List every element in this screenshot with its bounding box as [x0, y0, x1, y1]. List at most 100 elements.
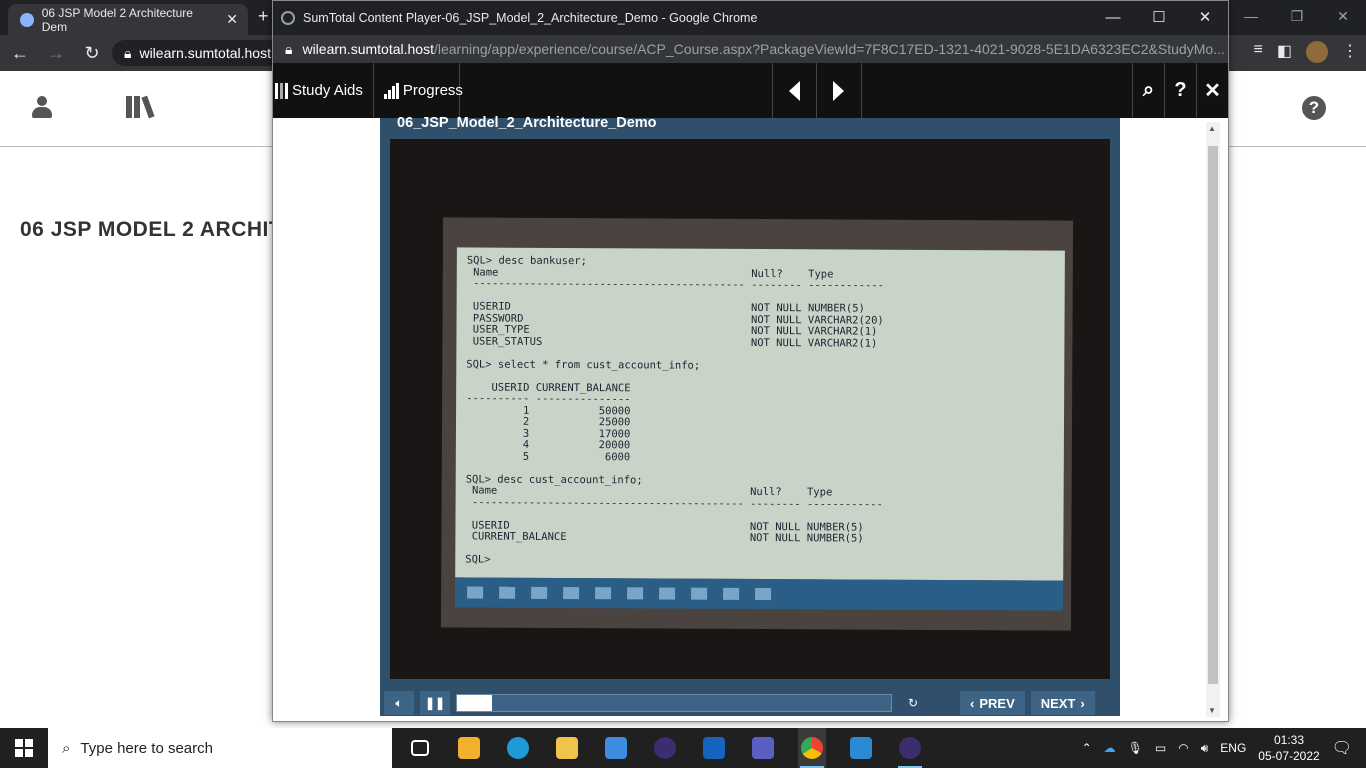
- scrollbar-thumb[interactable]: [1208, 146, 1218, 684]
- popup-url-path: /learning/app/experience/course/ACP_Cour…: [433, 41, 1225, 57]
- background-window-controls: — ❐ ✕: [1228, 0, 1366, 35]
- back-arrow-icon[interactable]: ←: [4, 43, 36, 64]
- video-progress-bar[interactable]: [456, 694, 892, 712]
- clock-date: 05-07-2022: [1258, 749, 1320, 763]
- popup-close-button[interactable]: ✕: [1182, 1, 1228, 35]
- popup-minimize-button[interactable]: —: [1090, 1, 1136, 35]
- popup-maximize-button[interactable]: ☐: [1136, 1, 1182, 35]
- outlook-icon[interactable]: [700, 728, 728, 768]
- study-aids-label: Study Aids: [292, 82, 363, 99]
- replay-icon[interactable]: ↻: [898, 691, 928, 715]
- wifi-icon[interactable]: ◠: [1178, 741, 1188, 755]
- browser-actions: ≡ ◧ ⋮: [1254, 41, 1358, 63]
- projected-monitor: SQL> desc bankuser; Name Null? Type ----…: [440, 217, 1074, 631]
- content-player-window: SumTotal Content Player-06_JSP_Model_2_A…: [272, 0, 1229, 722]
- menu-icon[interactable]: ⋮: [1342, 41, 1358, 63]
- user-icon[interactable]: [32, 96, 52, 120]
- prev-label: PREV: [979, 695, 1015, 711]
- edge-icon[interactable]: [504, 728, 532, 768]
- close-window-button[interactable]: ✕: [1320, 0, 1366, 35]
- next-page-button[interactable]: [817, 63, 862, 118]
- library-icon[interactable]: [126, 95, 155, 119]
- volume-icon[interactable]: 🔈︎: [384, 691, 414, 715]
- taskbar-search[interactable]: ⌕ Type here to search: [48, 728, 392, 768]
- progress-label: Progress: [402, 82, 463, 99]
- tab-favicon-icon: [20, 12, 34, 27]
- background-tab[interactable]: 06 JSP Model 2 Architecture Dem ✕: [8, 4, 248, 35]
- forward-arrow-icon[interactable]: →: [40, 43, 72, 64]
- taskbar-search-placeholder: Type here to search: [80, 739, 213, 757]
- player-toolbar: Study Aids Progress ⌕ ? ✕: [273, 63, 1228, 118]
- vscode-icon[interactable]: [847, 728, 875, 768]
- background-page-title: 06 JSP MODEL 2 ARCHIT: [20, 218, 283, 241]
- start-button[interactable]: [0, 728, 48, 768]
- video-taskbar: [455, 577, 1064, 611]
- background-url-host: wilearn.sumtotal.host: [139, 45, 271, 61]
- video-frame[interactable]: SQL> desc bankuser; Name Null? Type ----…: [390, 139, 1110, 679]
- chrome-icon[interactable]: [798, 728, 826, 768]
- task-view-icon[interactable]: [406, 728, 434, 768]
- chevron-up-icon[interactable]: ⌃: [1082, 741, 1092, 755]
- prev-button[interactable]: ‹ PREV: [960, 691, 1025, 715]
- scroll-up-icon[interactable]: ▲: [1208, 124, 1216, 133]
- globe-icon: [281, 11, 295, 25]
- file-explorer-icon[interactable]: [553, 728, 581, 768]
- popup-address-bar[interactable]: 🔒︎ wilearn.sumtotal.host/learning/app/ex…: [273, 35, 1228, 63]
- study-aids-button[interactable]: Study Aids: [273, 63, 374, 118]
- chevron-left-icon: ‹: [970, 695, 975, 711]
- previous-page-button[interactable]: [771, 63, 817, 118]
- eclipse-icon[interactable]: [651, 728, 679, 768]
- speaker-icon[interactable]: 🔊︎: [1201, 741, 1209, 756]
- teams-icon[interactable]: [749, 728, 777, 768]
- side-panel-icon[interactable]: ◧: [1277, 41, 1292, 63]
- popup-window-title: SumTotal Content Player-06_JSP_Model_2_A…: [303, 11, 758, 25]
- progress-button[interactable]: Progress: [374, 63, 463, 118]
- chevron-right-icon: ›: [1080, 695, 1085, 711]
- close-tab-icon[interactable]: ✕: [226, 11, 238, 28]
- video-controls: 🔈︎ ❚❚ ↻ ‹ PREV NEXT ›: [380, 690, 1120, 716]
- popup-title-bar: SumTotal Content Player-06_JSP_Model_2_A…: [273, 1, 1228, 35]
- lock-icon: 🔒︎: [285, 40, 293, 57]
- onedrive-icon[interactable]: ☁︎: [1104, 741, 1116, 755]
- pinned-apps: [406, 728, 924, 768]
- eclipse-running-icon[interactable]: [896, 728, 924, 768]
- language-indicator[interactable]: ENG: [1220, 741, 1246, 755]
- help-icon[interactable]: ?: [1302, 96, 1326, 120]
- notifications-icon[interactable]: 🗨︎: [1332, 738, 1352, 758]
- new-tab-button[interactable]: +: [258, 6, 269, 27]
- reload-icon[interactable]: ↻: [76, 43, 108, 64]
- video-player: 06_JSP_Model_2_Architecture_Demo SQL> de…: [380, 115, 1120, 716]
- close-player-button[interactable]: ✕: [1196, 63, 1228, 118]
- mail-icon[interactable]: [602, 728, 630, 768]
- background-tab-title: 06 JSP Model 2 Architecture Dem: [41, 5, 193, 34]
- popup-window-controls: — ☐ ✕: [1090, 1, 1228, 35]
- left-arrow-icon: [788, 80, 800, 101]
- player-actions: ⌕ ? ✕: [1132, 63, 1228, 118]
- video-title: 06_JSP_Model_2_Architecture_Demo: [397, 115, 657, 131]
- next-label: NEXT: [1040, 695, 1076, 711]
- pause-button[interactable]: ❚❚: [420, 691, 450, 715]
- battery-icon[interactable]: ▭: [1155, 741, 1166, 755]
- popup-url-host: wilearn.sumtotal.host: [302, 41, 434, 57]
- store-icon[interactable]: [455, 728, 483, 768]
- study-aids-icon: [275, 82, 288, 99]
- clock[interactable]: 01:33 05-07-2022: [1258, 732, 1319, 764]
- clock-time: 01:33: [1273, 733, 1304, 747]
- media-control-icon[interactable]: ≡: [1254, 41, 1263, 63]
- scrollbar[interactable]: ▲ ▼: [1206, 122, 1220, 717]
- profile-avatar[interactable]: [1306, 41, 1328, 63]
- next-button[interactable]: NEXT ›: [1030, 691, 1095, 715]
- scroll-down-icon[interactable]: ▼: [1208, 706, 1216, 715]
- sql-console: SQL> desc bankuser; Name Null? Type ----…: [455, 247, 1065, 581]
- video-progress-fill: [457, 695, 492, 711]
- player-content: 06_JSP_Model_2_Architecture_Demo SQL> de…: [273, 115, 1228, 721]
- microphone-icon[interactable]: 🎙︎: [1128, 741, 1143, 755]
- minimize-button[interactable]: —: [1228, 0, 1274, 35]
- search-icon: ⌕: [62, 739, 71, 757]
- restore-button[interactable]: ❐: [1274, 0, 1320, 35]
- lock-icon: 🔒︎: [124, 44, 132, 61]
- console-line: SQL>: [465, 553, 491, 566]
- right-arrow-icon: [833, 80, 845, 101]
- search-icon[interactable]: ⌕: [1132, 63, 1164, 118]
- help-button[interactable]: ?: [1164, 63, 1196, 118]
